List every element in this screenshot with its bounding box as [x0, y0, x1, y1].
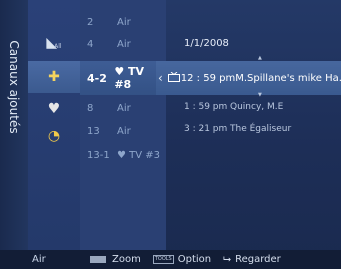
channel-number: 2 — [87, 16, 94, 28]
channel-name: Air — [117, 16, 131, 28]
channel-number: 13-1 — [87, 149, 110, 161]
sidebar-title-bar: Canaux ajoutés — [0, 0, 28, 250]
zoom-label: Zoom — [112, 254, 141, 265]
programmed-clock-icon: ◔ — [47, 128, 61, 144]
channel-name: ♥ TV #3 — [117, 149, 161, 161]
program-guide: 1/1/2008 ▲ ‹ 12 : 59 pm M.Spillane's mik… — [156, 0, 341, 250]
antenna-mode: Air — [32, 254, 46, 265]
sidebar-title: Canaux ajoutés — [7, 40, 21, 134]
program-title: M.Spillane's mike Ha... — [235, 72, 341, 84]
channel-row[interactable]: 13-1 ♥ TV #3 — [80, 146, 166, 164]
program-row[interactable]: 3 : 21 pm The Égaliseur — [184, 124, 291, 134]
channel-number: 8 — [87, 102, 94, 114]
category-programmed[interactable]: ◔ — [28, 123, 80, 149]
tools-button-icon: TOOLS — [152, 255, 174, 264]
channel-manager-screen: Canaux ajoutés ◣ All ✚ ♥ ◔ 2 Air 4 Air 4… — [0, 0, 341, 269]
channel-row[interactable]: 4 Air — [80, 35, 166, 53]
tv-icon — [167, 71, 181, 85]
watch-label: Regarder — [235, 254, 281, 265]
channel-row[interactable]: 13 Air — [80, 122, 166, 140]
channel-number: 4-2 — [87, 71, 107, 85]
category-icon-column: ◣ All ✚ ♥ ◔ — [28, 0, 80, 250]
favorites-heart-icon: ♥ — [47, 101, 61, 117]
category-all[interactable]: ◣ All — [28, 27, 80, 59]
program-title: Quincy, M.E — [230, 102, 284, 112]
option-label: Option — [177, 254, 212, 265]
category-added[interactable]: ✚ — [28, 61, 80, 93]
channel-name: ♥ TV #8 — [114, 65, 145, 91]
bottom-help-bar: Air Zoom TOOLS Option ⮡ Regarder — [0, 250, 341, 269]
watch-hint[interactable]: ⮡ Regarder — [223, 254, 281, 265]
program-row[interactable]: 1 : 59 pm Quincy, M.E — [184, 102, 283, 112]
channel-name: Air — [117, 102, 131, 114]
channel-name: Air — [117, 125, 131, 137]
zoom-button-icon — [90, 256, 106, 263]
all-channels-icon-label: All — [54, 42, 62, 50]
program-time: 12 : 59 pm — [180, 72, 236, 84]
category-favorites[interactable]: ♥ — [28, 95, 80, 123]
option-hint[interactable]: TOOLS Option — [152, 254, 212, 265]
tv-icon-svg — [167, 71, 180, 82]
channel-left-arrow-icon: ‹ — [158, 71, 163, 85]
channel-number: 4 — [87, 38, 94, 50]
channel-number: 13 — [87, 125, 100, 137]
added-channels-icon: ✚ — [48, 69, 60, 85]
program-time: 3 : 21 pm — [184, 124, 228, 134]
enter-icon: ⮡ — [223, 254, 232, 265]
program-time: 1 : 59 pm — [184, 102, 228, 112]
guide-date: 1/1/2008 — [184, 38, 229, 49]
channel-row[interactable]: 2 Air — [80, 13, 166, 31]
zoom-hint[interactable]: Zoom — [90, 254, 141, 265]
selected-channel-row[interactable]: 4-2 ♥ TV #8 ‹ — [80, 61, 166, 95]
program-title: The Égaliseur — [230, 124, 292, 134]
channel-row[interactable]: 8 Air — [80, 99, 166, 117]
scroll-down-arrow-icon[interactable]: ▼ — [258, 92, 262, 98]
channel-name: Air — [117, 38, 131, 50]
channel-list: 2 Air 4 Air 4-2 ♥ TV #8 ‹ 8 Air 13 Air 1… — [80, 0, 166, 250]
selected-program-row[interactable]: ‹ 12 : 59 pm M.Spillane's mike Ha... — [156, 61, 341, 95]
